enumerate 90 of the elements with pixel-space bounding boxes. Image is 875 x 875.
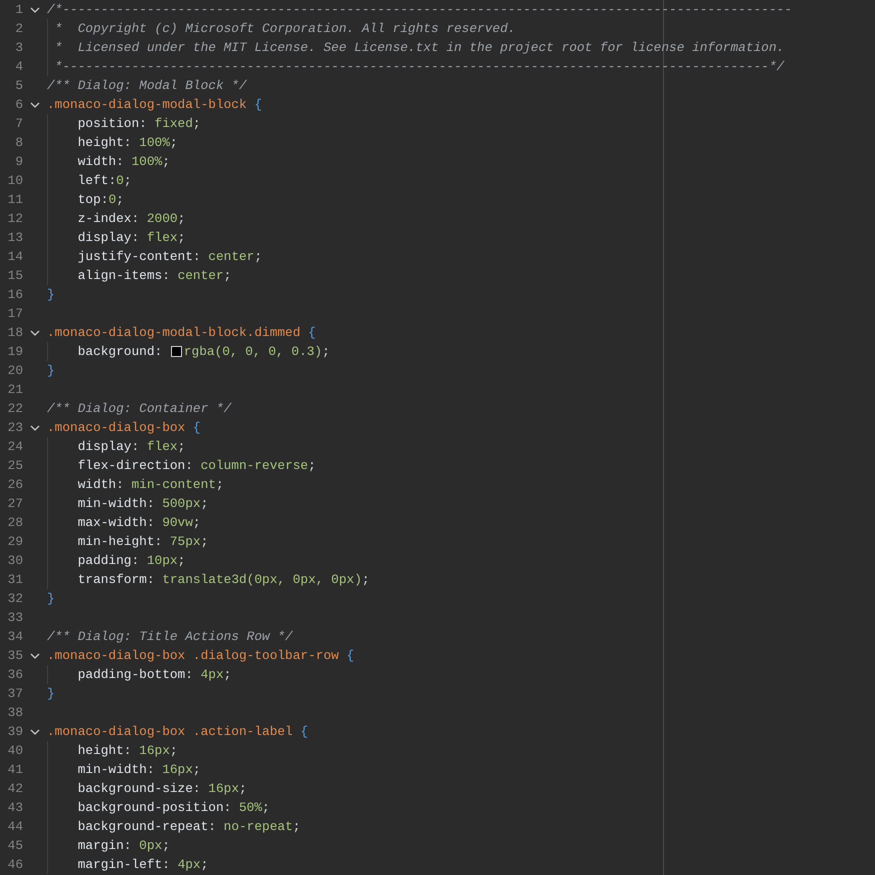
- code-text: padding-bottom: 4px;: [76, 666, 232, 684]
- line-number: 20: [6, 362, 23, 380]
- code-text: * Licensed under the MIT License. See License.txt in the project root for license information.: [54, 39, 784, 57]
- line-number: 26: [6, 476, 23, 494]
- line-number: 15: [6, 267, 23, 285]
- code-text: max-width: 90vw;: [76, 514, 201, 532]
- line-number: 27: [6, 495, 23, 513]
- line-number: 41: [6, 761, 23, 779]
- line-number: 6: [14, 96, 23, 114]
- line-number: 24: [6, 438, 23, 456]
- code-text: background-size: 16px;: [76, 780, 247, 798]
- code-text: }: [47, 286, 55, 304]
- code-text: }: [47, 362, 55, 380]
- code-text: justify-content: center;: [76, 248, 262, 266]
- code-text: position: fixed;: [76, 115, 201, 133]
- line-number: 33: [6, 609, 23, 627]
- code-text: width: min-content;: [76, 476, 224, 494]
- line-number: 37: [6, 685, 23, 703]
- code-text: }: [47, 590, 55, 608]
- line-number: 39: [6, 723, 23, 741]
- line-number: 19: [6, 343, 23, 361]
- line-number: 23: [6, 419, 23, 437]
- code-text: }: [47, 685, 55, 703]
- color-swatch-icon[interactable]: [170, 346, 182, 357]
- line-number: 35: [6, 647, 23, 665]
- code-text: z-index: 2000;: [76, 210, 186, 228]
- code-text: /** Dialog: Modal Block */: [47, 77, 247, 95]
- line-number: 16: [6, 286, 23, 304]
- code-text: padding: 10px;: [76, 552, 186, 570]
- line-number: 22: [6, 400, 23, 418]
- code-text: background-repeat: no-repeat;: [76, 818, 300, 836]
- code-text: margin: 0px;: [76, 837, 170, 855]
- code-text: height: 100%;: [76, 134, 178, 152]
- code-text: height: 16px;: [76, 742, 178, 760]
- code-text: /** Dialog: Title Actions Row */: [47, 628, 293, 646]
- line-number: 18: [6, 324, 23, 342]
- line-number: 38: [6, 704, 23, 722]
- line-number: 1: [14, 1, 23, 19]
- code-text: align-items: center;: [76, 267, 232, 285]
- line-number: 21: [6, 381, 23, 399]
- code-text: .monaco-dialog-box {: [47, 419, 201, 437]
- code-text: min-height: 75px;: [76, 533, 208, 551]
- code-text: flex-direction: column-reverse;: [76, 457, 316, 475]
- code-text: .monaco-dialog-box .action-label {: [47, 723, 308, 741]
- line-number: 14: [6, 248, 23, 266]
- line-number: 40: [6, 742, 23, 760]
- line-number: 13: [6, 229, 23, 247]
- line-number: 36: [6, 666, 23, 684]
- line-number: 30: [6, 552, 23, 570]
- line-number: 3: [14, 39, 23, 57]
- code-text: min-width: 500px;: [76, 495, 208, 513]
- code-text: min-width: 16px;: [76, 761, 201, 779]
- line-number: 44: [6, 818, 23, 836]
- code-text: *--------------------------------------------------------------------------------------------*/: [54, 58, 784, 76]
- line-number: 25: [6, 457, 23, 475]
- code-text: top:0;: [76, 191, 124, 209]
- line-number: 29: [6, 533, 23, 551]
- code-text: width: 100%;: [76, 153, 170, 171]
- line-number: 32: [6, 590, 23, 608]
- code-text: .monaco-dialog-modal-block.dimmed {: [47, 324, 316, 342]
- code-text: left:0;: [76, 172, 132, 190]
- code-text: margin-left: 4px;: [76, 856, 208, 874]
- line-number: 9: [14, 153, 23, 171]
- line-number: 10: [6, 172, 23, 190]
- line-number: 34: [6, 628, 23, 646]
- line-number: 7: [14, 115, 23, 133]
- code-text: transform: translate3d(0px, 0px, 0px);: [76, 571, 370, 589]
- code-text: * Copyright (c) Microsoft Corporation. All rights reserved.: [54, 20, 516, 38]
- line-number: 28: [6, 514, 23, 532]
- line-number: 4: [14, 58, 23, 76]
- line-number: 17: [6, 305, 23, 323]
- line-number: 46: [6, 856, 23, 874]
- code-text: rgba(0, 0, 0, 0.3);: [184, 343, 330, 361]
- line-number: 31: [6, 571, 23, 589]
- code-text: display: flex;: [76, 438, 186, 456]
- code-text: background-position: 50%;: [76, 799, 270, 817]
- line-number: 8: [14, 134, 23, 152]
- code-text: /*-----------------------------------------------------------------------------------------------: [47, 1, 792, 19]
- code-text: .monaco-dialog-box .dialog-toolbar-row {: [47, 647, 354, 665]
- code-text: /** Dialog: Container */: [47, 400, 232, 418]
- code-text: .monaco-dialog-modal-block {: [47, 96, 262, 114]
- line-number: 43: [6, 799, 23, 817]
- code-text: display: flex;: [76, 229, 186, 247]
- line-number: 5: [14, 77, 23, 95]
- line-number: 45: [6, 837, 23, 855]
- line-number: 11: [6, 191, 23, 209]
- code-text: background:: [76, 343, 164, 361]
- line-number: 2: [14, 20, 23, 38]
- line-number: 42: [6, 780, 23, 798]
- line-number: 12: [6, 210, 23, 228]
